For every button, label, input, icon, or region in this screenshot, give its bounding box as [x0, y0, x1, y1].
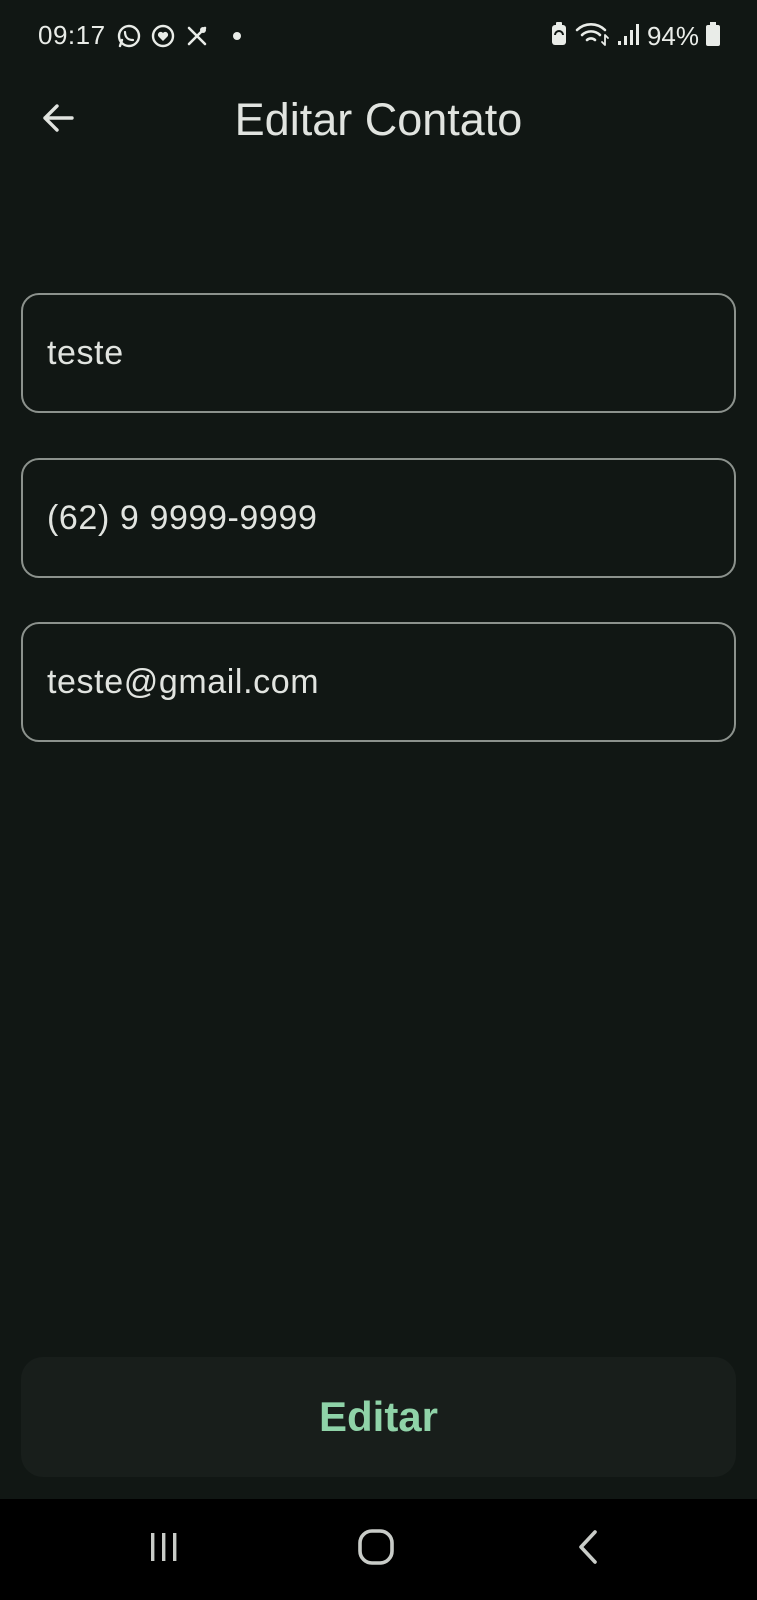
- nav-back-button[interactable]: [553, 1519, 623, 1579]
- name-input[interactable]: [47, 295, 707, 411]
- back-button[interactable]: [30, 92, 86, 148]
- dot-icon: [232, 31, 242, 41]
- home-icon: [357, 1528, 395, 1571]
- recent-apps-button[interactable]: [129, 1519, 199, 1579]
- status-system-icons: 94%: [549, 20, 721, 52]
- arrow-left-icon: [38, 98, 78, 143]
- app-bar: Editar Contato: [0, 72, 757, 168]
- battery-saver-icon: [549, 21, 569, 52]
- edit-button[interactable]: Editar: [21, 1357, 736, 1477]
- phone-field[interactable]: [21, 458, 736, 578]
- signal-icon: [617, 21, 641, 52]
- phone-input[interactable]: [47, 460, 707, 576]
- back-icon: [573, 1528, 603, 1571]
- status-bar: 09:17 94%: [0, 0, 757, 72]
- wifi-icon: [575, 21, 611, 52]
- home-button[interactable]: [341, 1519, 411, 1579]
- battery-icon: [705, 21, 721, 52]
- email-field[interactable]: [21, 622, 736, 742]
- whatsapp-icon: [116, 23, 142, 49]
- status-time: 09:17: [38, 20, 106, 50]
- recent-apps-icon: [147, 1530, 181, 1569]
- email-input[interactable]: [47, 624, 707, 740]
- battery-percentage: 94%: [646, 20, 699, 51]
- name-field[interactable]: [21, 293, 736, 413]
- shield-heart-icon: [150, 23, 176, 49]
- page-title: Editar Contato: [234, 94, 523, 145]
- system-navigation-bar: [0, 1499, 757, 1600]
- tools-icon: [184, 23, 210, 49]
- status-notification-icons: [116, 22, 242, 50]
- edit-contact-screen: 09:17 94% Editar Contato teste (62) 9 99…: [0, 0, 757, 1600]
